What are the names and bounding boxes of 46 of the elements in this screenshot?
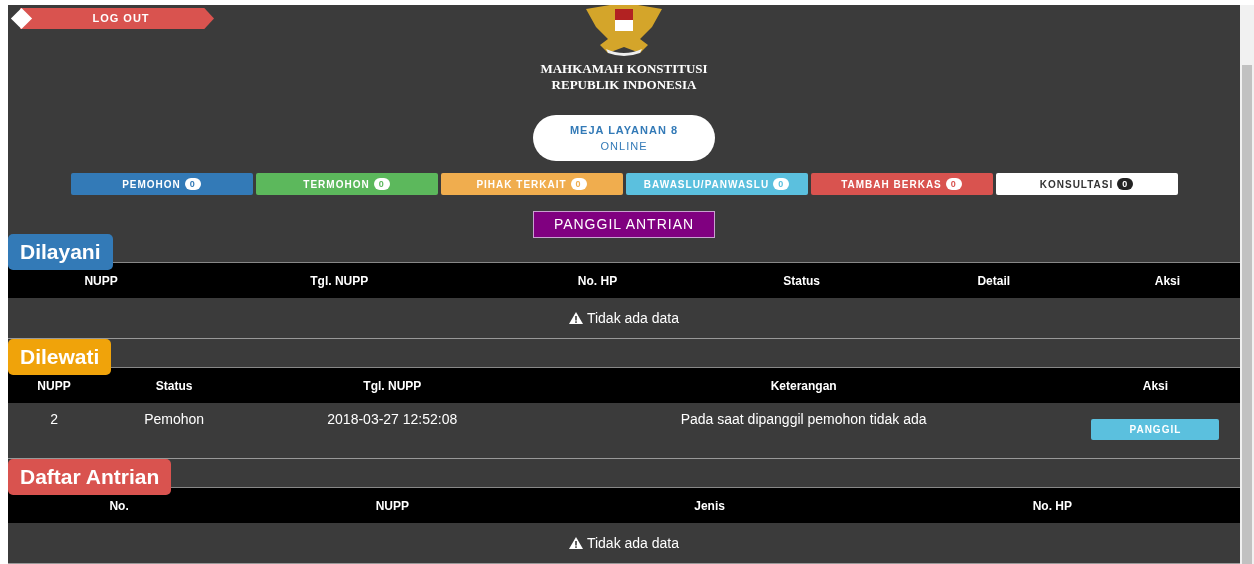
section-title: Dilayani: [8, 234, 113, 270]
count-badge: 0: [945, 178, 962, 190]
column-header: No. HP: [576, 272, 619, 290]
section-title: Daftar Antrian: [8, 459, 172, 495]
column-header: NUPP: [374, 497, 410, 515]
table-cell-text: Pada saat dipanggil pemohon tidak ada: [679, 410, 928, 429]
table-cell-text: 2018-03-27 12:52:08: [326, 410, 459, 429]
column-header: Tgl. NUPP: [309, 272, 370, 290]
category-button[interactable]: PEMOHON 0: [70, 173, 253, 195]
count-badge: 0: [1117, 178, 1134, 190]
empty-message: Tidak ada data: [586, 533, 680, 553]
column-header: Keterangan: [769, 377, 838, 395]
category-button[interactable]: TAMBAH BERKAS 0: [810, 173, 993, 195]
count-badge: 0: [373, 178, 390, 190]
count-badge: 0: [570, 178, 587, 190]
institution-name: REPUBLIK INDONESIA: [551, 77, 697, 93]
column-header: Status: [154, 377, 194, 395]
category-button[interactable]: KONSULTASI 0: [995, 173, 1178, 195]
count-badge: 0: [184, 178, 201, 190]
column-header: No. HP: [1031, 497, 1073, 515]
desk-title: MEJA LAYANAN 8: [569, 122, 679, 138]
column-header: Detail: [976, 272, 1012, 290]
column-header: NUPP: [83, 272, 119, 290]
empty-message: Tidak ada data: [586, 308, 680, 328]
desk-status: ONLINE: [600, 139, 648, 154]
column-header: NUPP: [36, 377, 72, 395]
category-button[interactable]: PIHAK TERKAIT 0: [440, 173, 623, 195]
category-button[interactable]: TERMOHON 0: [255, 173, 438, 195]
warning-icon: [568, 537, 583, 549]
column-header: No.: [108, 497, 130, 515]
category-button[interactable]: BAWASLU/PANWASLU 0: [625, 173, 808, 195]
call-button[interactable]: PANGGIL: [1091, 419, 1220, 440]
count-badge: 0: [773, 178, 790, 190]
column-header: Aksi: [1153, 272, 1182, 290]
warning-icon: [568, 312, 583, 324]
table-cell-text: Pemohon: [143, 410, 206, 429]
logout-button[interactable]: LOG OUT: [20, 8, 214, 29]
column-header: Status: [782, 272, 821, 290]
call-queue-button[interactable]: PANGGIL ANTRIAN: [533, 211, 715, 238]
column-header: Tgl. NUPP: [362, 377, 423, 395]
scrollbar[interactable]: [1240, 5, 1254, 564]
column-header: Aksi: [1141, 377, 1170, 395]
institution-name: MAHKAMAH KONSTITUSI: [540, 61, 708, 77]
table-cell-text: 2: [49, 410, 59, 429]
section-title: Dilewati: [8, 339, 112, 375]
column-header: Jenis: [693, 497, 726, 515]
